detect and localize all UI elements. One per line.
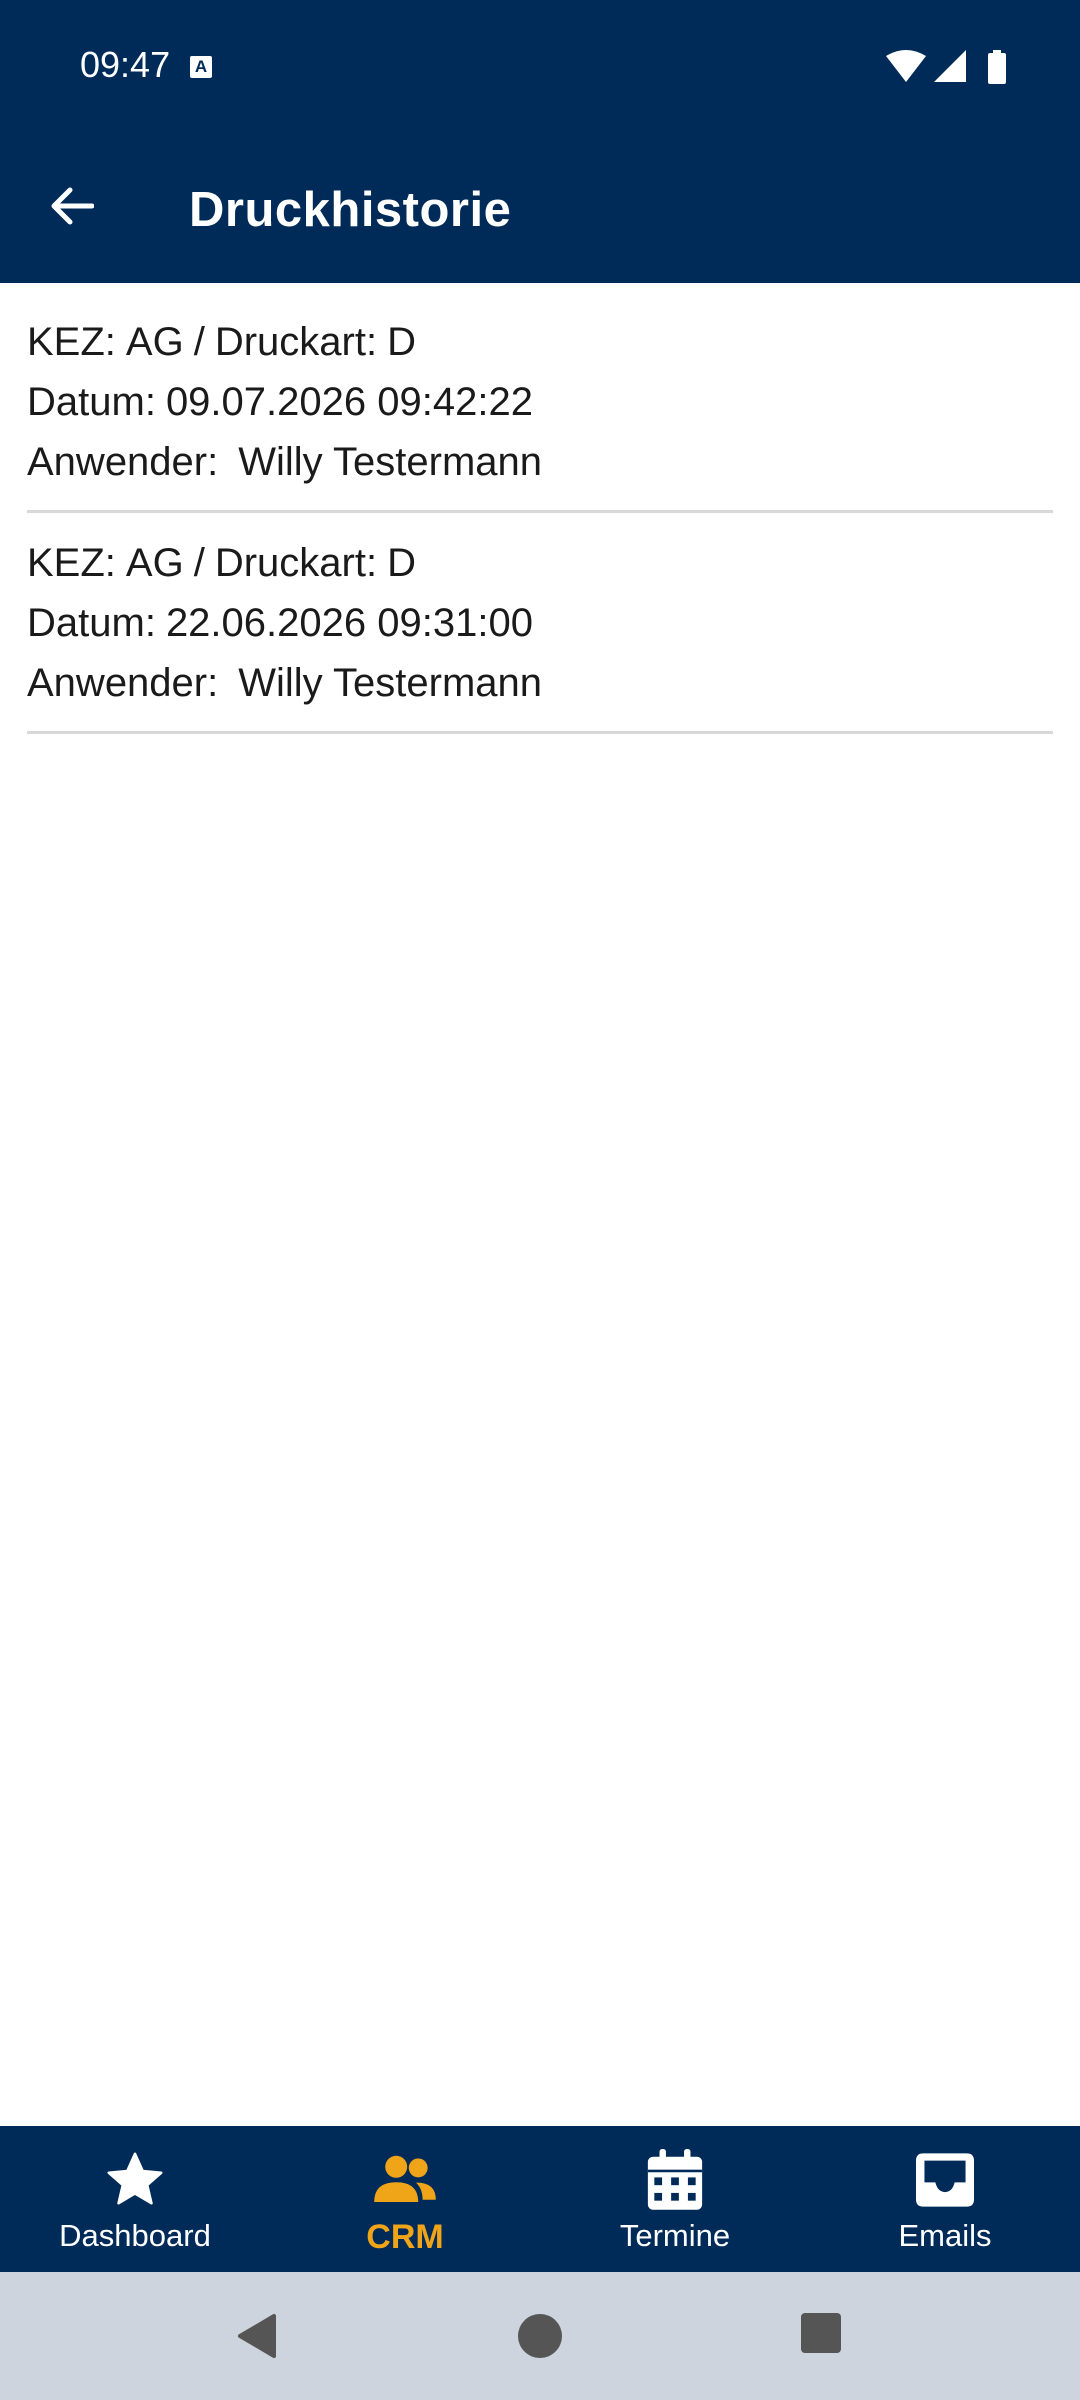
kez-label: KEZ: bbox=[27, 320, 116, 364]
anwender-row: Anwender: Willy Testermann bbox=[27, 657, 1053, 717]
nav-termine-label: Termine bbox=[619, 2218, 731, 2253]
datum-value: 22.06.2026 09:31:00 bbox=[165, 601, 533, 645]
bottom-navigation: Dashboard CRM Termine Emails bbox=[0, 2126, 1080, 2272]
nav-crm[interactable]: CRM bbox=[270, 2126, 540, 2272]
calendar-icon bbox=[647, 2149, 703, 2210]
star-icon bbox=[107, 2152, 163, 2205]
a-badge-icon: A bbox=[190, 56, 212, 78]
inbox-icon bbox=[916, 2153, 974, 2207]
screen: 09:47 A Druckhistorie KEZ: AG / Druckart… bbox=[0, 0, 1080, 2400]
kez-label: KEZ: bbox=[27, 541, 116, 585]
system-navigation-bar bbox=[0, 2272, 1080, 2400]
home-circle-icon[interactable] bbox=[516, 2312, 564, 2360]
anwender-value: Willy Testermann bbox=[238, 440, 543, 484]
nav-dashboard[interactable]: Dashboard bbox=[0, 2126, 270, 2272]
kez-row: KEZ: AG / Druckart: D bbox=[27, 316, 1053, 376]
datum-value: 09.07.2026 09:42:22 bbox=[165, 380, 533, 424]
druckart-label: Druckart: bbox=[214, 320, 378, 364]
nav-crm-label: CRM bbox=[366, 2218, 444, 2256]
battery-icon bbox=[988, 50, 1006, 84]
nav-dashboard-label: Dashboard bbox=[59, 2218, 211, 2253]
history-list: KEZ: AG / Druckart: D Datum: 09.07.2026 09:42… bbox=[0, 283, 1080, 734]
separator: / bbox=[193, 320, 205, 364]
datum-row: Datum: 22.06.2026 09:31:00 bbox=[27, 597, 1053, 657]
back-triangle-icon[interactable] bbox=[234, 2312, 278, 2360]
nav-emails[interactable]: Emails bbox=[810, 2126, 1080, 2272]
anwender-value: Willy Testermann bbox=[238, 661, 543, 705]
druckart-value: D bbox=[387, 541, 416, 585]
datum-label: Datum: bbox=[27, 601, 156, 645]
page-title: Druckhistorie bbox=[189, 183, 512, 237]
status-bar: 09:47 A bbox=[0, 0, 1080, 140]
anwender-label: Anwender: bbox=[27, 440, 219, 484]
people-icon bbox=[374, 2155, 436, 2202]
list-item[interactable]: KEZ: AG / Druckart: D Datum: 09.07.2026 09:42… bbox=[27, 283, 1053, 513]
datum-row: Datum: 09.07.2026 09:42:22 bbox=[27, 376, 1053, 436]
druckart-value: D bbox=[387, 320, 416, 364]
separator: / bbox=[193, 541, 205, 585]
back-button[interactable] bbox=[36, 170, 108, 242]
kez-value: AG bbox=[125, 320, 184, 364]
datum-label: Datum: bbox=[27, 380, 156, 424]
status-icons bbox=[886, 50, 1010, 86]
status-time: 09:47 bbox=[80, 44, 171, 85]
anwender-row: Anwender: Willy Testermann bbox=[27, 436, 1053, 496]
kez-row: KEZ: AG / Druckart: D bbox=[27, 537, 1053, 597]
druckart-label: Druckart: bbox=[214, 541, 378, 585]
recents-square-icon[interactable] bbox=[800, 2312, 842, 2354]
wifi-icon bbox=[886, 50, 926, 82]
kez-value: AG bbox=[125, 541, 184, 585]
nav-termine[interactable]: Termine bbox=[540, 2126, 810, 2272]
anwender-label: Anwender: bbox=[27, 661, 219, 705]
nav-emails-label: Emails bbox=[898, 2218, 992, 2253]
list-item[interactable]: KEZ: AG / Druckart: D Datum: 22.06.2026 09:31… bbox=[27, 513, 1053, 734]
app-bar: Druckhistorie bbox=[0, 140, 1080, 283]
signal-icon bbox=[934, 50, 966, 82]
arrow-left-icon bbox=[51, 187, 94, 225]
